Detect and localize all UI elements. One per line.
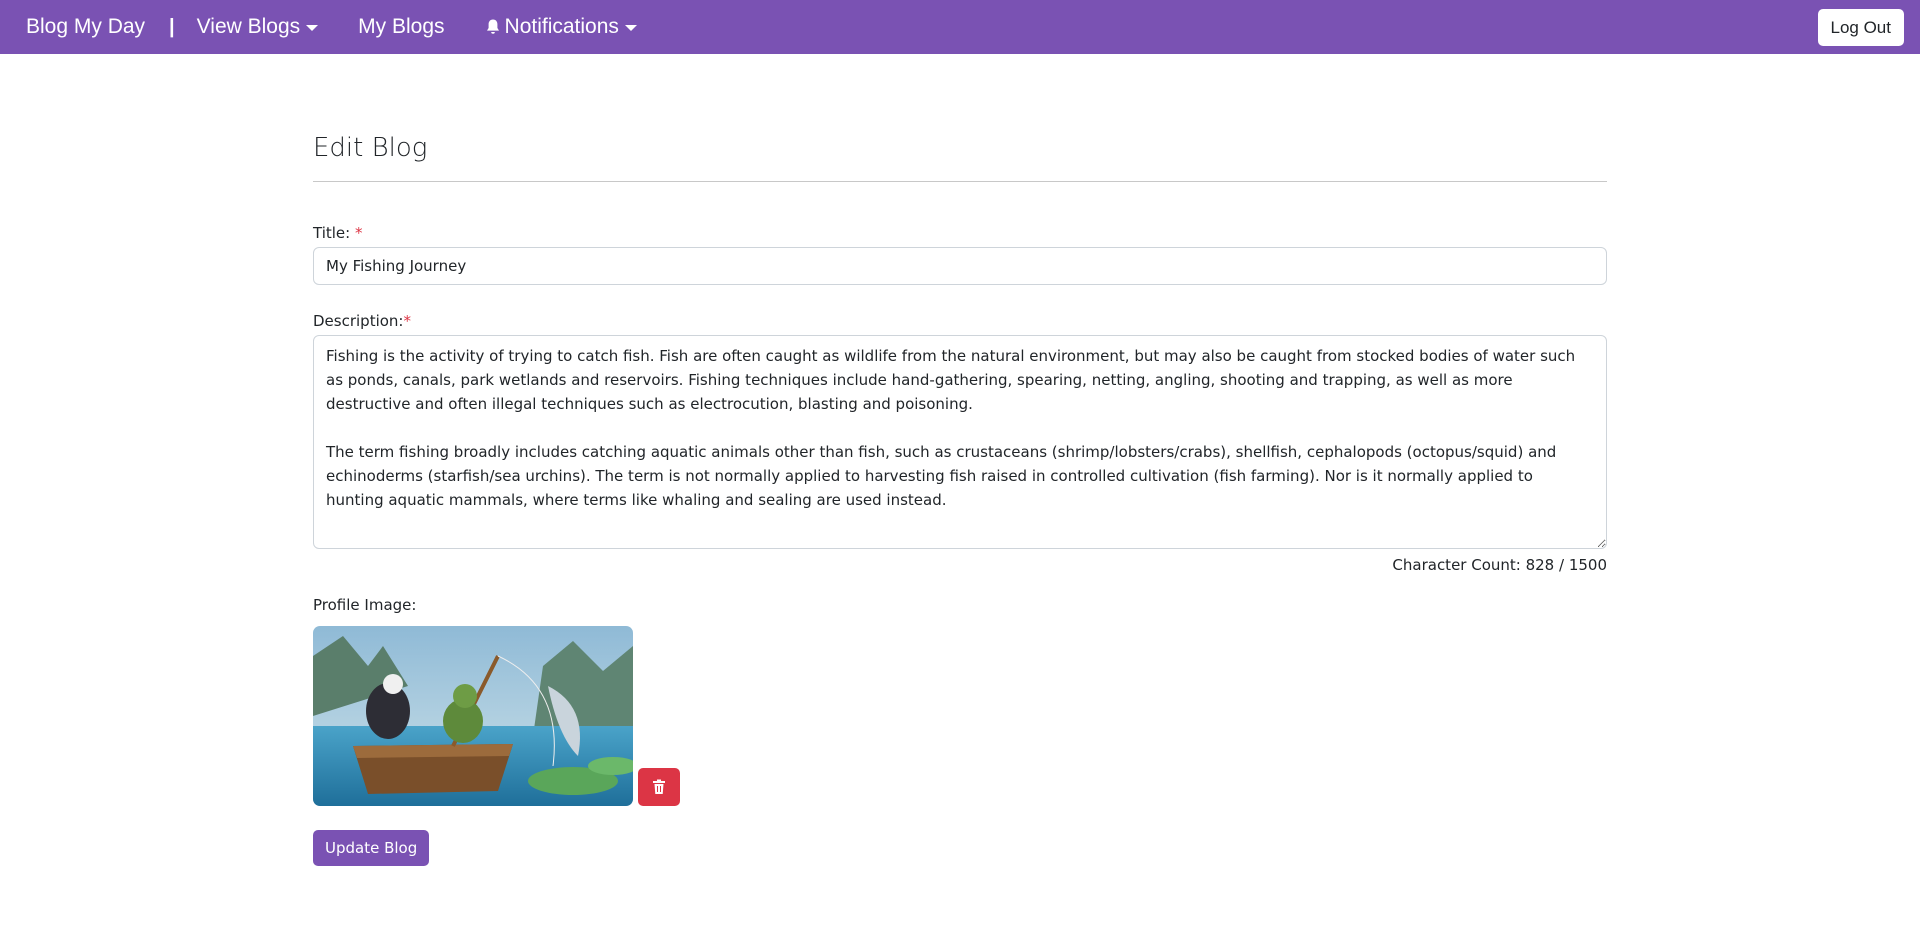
- delete-image-button[interactable]: [638, 768, 680, 806]
- page-title: Edit Blog: [313, 133, 428, 163]
- title-label-text: Title:: [313, 224, 351, 242]
- chevron-down-icon: [624, 25, 637, 31]
- title-input[interactable]: [313, 247, 1607, 285]
- nav-view-blogs-label: View Blogs: [196, 15, 301, 38]
- description-label-text: Description:: [313, 312, 404, 330]
- character-count: Character Count: 828 / 1500: [1392, 556, 1607, 574]
- title-label: Title: *: [313, 224, 1607, 242]
- nav-my-blogs-label: My Blogs: [358, 15, 445, 38]
- chevron-down-icon: [306, 25, 319, 31]
- nav-view-blogs-dropdown[interactable]: View Blogs: [197, 15, 319, 39]
- update-blog-button[interactable]: Update Blog: [313, 830, 430, 866]
- logout-button[interactable]: Log Out: [1817, 9, 1904, 46]
- edit-blog-container: Edit Blog Title: * Description:* Fishing…: [313, 54, 1607, 866]
- nav-notifications-dropdown[interactable]: Notifications: [485, 15, 637, 39]
- required-mark: *: [354, 224, 363, 242]
- profile-image-row: [313, 626, 1607, 806]
- trash-icon: [653, 779, 665, 794]
- top-navbar: Blog My Day | View Blogs My Blogs Notifi…: [0, 0, 1920, 54]
- description-textarea[interactable]: Fishing is the activity of trying to cat…: [313, 335, 1607, 549]
- description-label: Description:*: [313, 312, 1607, 330]
- nav-notifications-label: Notifications: [504, 15, 619, 38]
- nav-separator: |: [169, 15, 175, 38]
- required-mark: *: [403, 312, 411, 330]
- profile-image-label: Profile Image:: [313, 596, 417, 614]
- nav-my-blogs-link[interactable]: My Blogs: [358, 15, 444, 39]
- bell-icon: [486, 19, 499, 34]
- profile-image: [313, 626, 633, 806]
- brand-link[interactable]: Blog My Day: [26, 15, 145, 39]
- title-divider: [313, 181, 1607, 182]
